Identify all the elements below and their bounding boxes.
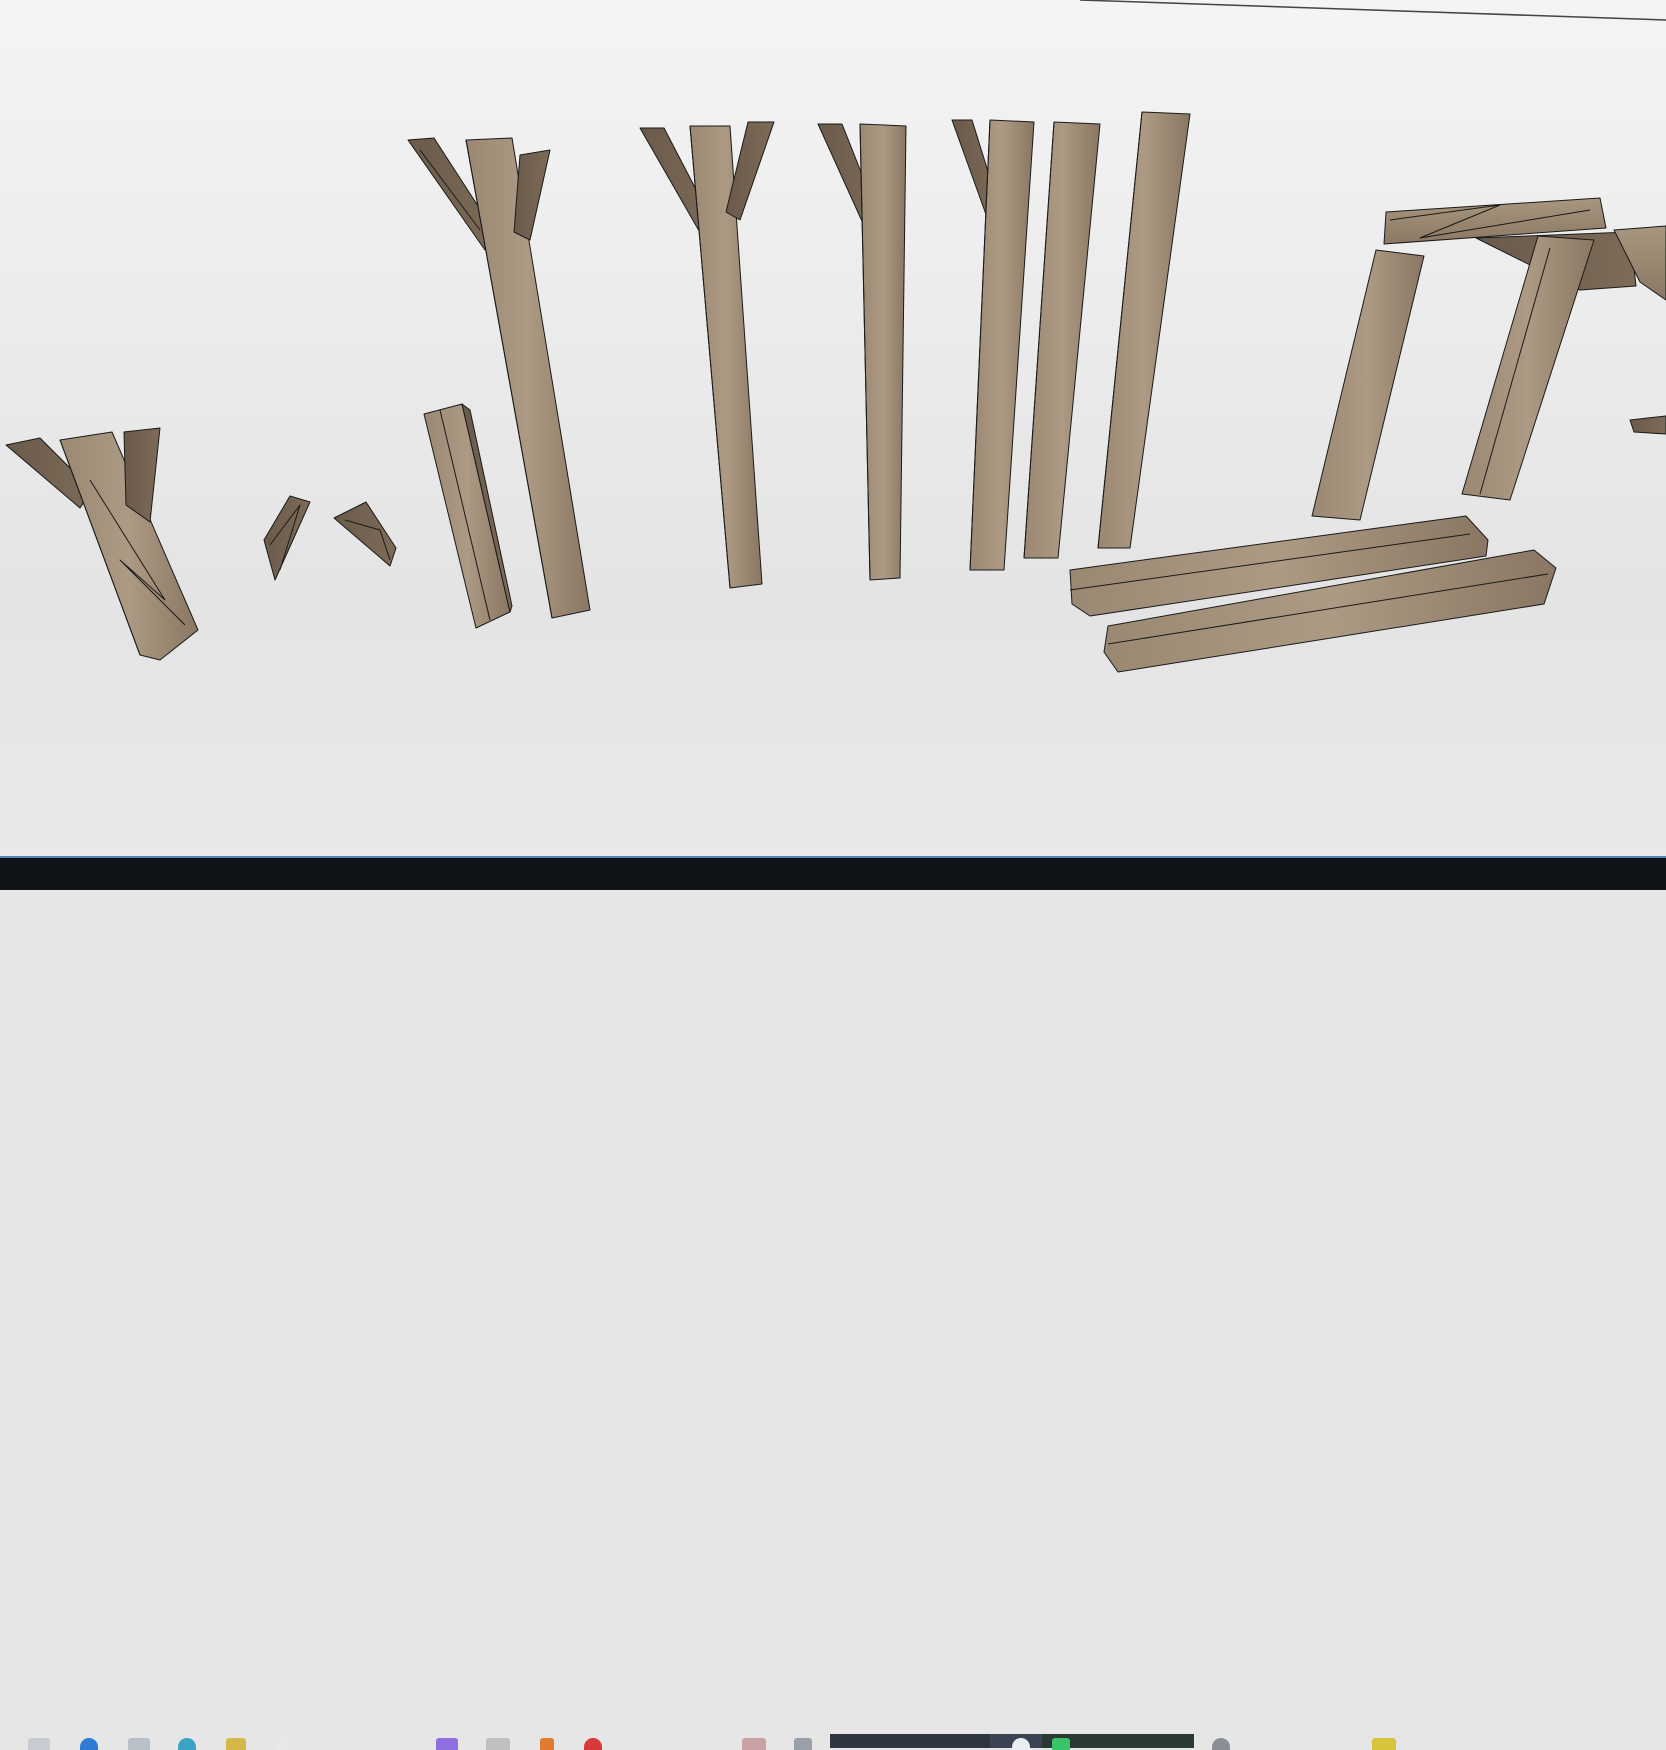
app-icon-green[interactable]	[1052, 1738, 1070, 1750]
app-icon-image[interactable]	[742, 1738, 766, 1750]
straight-post-1[interactable]	[1023, 121, 1101, 559]
3d-viewport[interactable]	[0, 0, 1666, 856]
clock-app-icon[interactable]	[1012, 1738, 1030, 1750]
app-icon-red[interactable]	[584, 1738, 602, 1750]
file-icon[interactable]	[276, 1738, 286, 1750]
beam-fragment-1[interactable]	[263, 495, 311, 581]
mail-icon[interactable]	[128, 1738, 150, 1750]
start-icon[interactable]	[28, 1738, 50, 1750]
forked-post-2[interactable]	[639, 121, 775, 589]
straight-post-2[interactable]	[1097, 111, 1191, 549]
viewport-canvas[interactable]	[0, 0, 1666, 856]
forked-beam-short[interactable]	[5, 427, 199, 661]
app-icon-active-1[interactable]	[830, 1734, 990, 1748]
scene-edge-line	[1079, 0, 1666, 21]
forked-post-4[interactable]	[951, 119, 1035, 571]
edge-icon[interactable]	[80, 1738, 98, 1750]
forked-post-3[interactable]	[817, 123, 907, 581]
app-icon-striped[interactable]	[486, 1738, 510, 1750]
chrome-icon[interactable]	[178, 1738, 196, 1750]
doorframe-assembly[interactable]	[1311, 197, 1666, 521]
app-icon-gray-2[interactable]	[1212, 1738, 1230, 1750]
beam-fragment-2[interactable]	[333, 501, 397, 567]
app-icon-yellow[interactable]	[1372, 1738, 1396, 1750]
taskbar[interactable]	[0, 858, 1666, 1750]
app-icon-orange[interactable]	[540, 1738, 554, 1750]
explorer-icon[interactable]	[226, 1738, 246, 1750]
app-icon-purple[interactable]	[436, 1738, 458, 1750]
app-icon-gray[interactable]	[794, 1738, 812, 1750]
short-post[interactable]	[423, 403, 513, 629]
